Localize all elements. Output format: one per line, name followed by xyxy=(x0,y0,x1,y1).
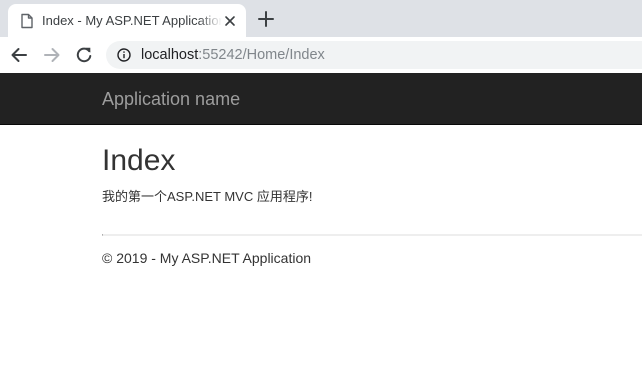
address-url: localhost:55242/Home/Index xyxy=(141,47,325,64)
footer-copyright: © 2019 - My ASP.NET Application xyxy=(102,250,312,266)
info-icon[interactable] xyxy=(117,48,131,62)
brand-link[interactable]: Application name xyxy=(102,89,240,109)
url-host: localhost xyxy=(141,47,199,63)
site-navbar: Application name xyxy=(0,73,642,125)
divider xyxy=(102,234,642,236)
browser-toolbar: localhost:55242/Home/Index xyxy=(0,37,642,73)
browser-tab[interactable]: Index - My ASP.NET Application xyxy=(8,4,246,37)
page-text: 我的第一个ASP.NET MVC 应用程序! xyxy=(102,189,313,204)
reload-icon[interactable] xyxy=(74,45,94,65)
tab-title: Index - My ASP.NET Application xyxy=(42,13,222,29)
plus-icon[interactable] xyxy=(256,9,276,29)
document-icon xyxy=(20,13,34,29)
page-title: Index xyxy=(102,144,176,177)
arrow-right-icon[interactable] xyxy=(42,45,62,65)
arrow-left-icon[interactable] xyxy=(9,45,29,65)
address-bar[interactable]: localhost:55242/Home/Index xyxy=(106,41,642,69)
close-icon[interactable] xyxy=(222,13,238,29)
url-path: :55242/Home/Index xyxy=(198,47,325,63)
browser-tabstrip: Index - My ASP.NET Application xyxy=(0,0,642,37)
